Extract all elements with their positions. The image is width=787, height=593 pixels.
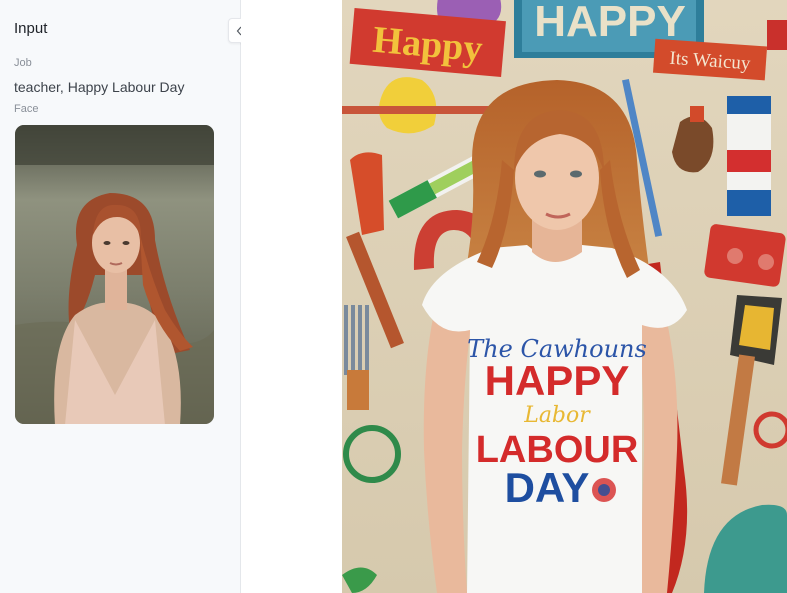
svg-text:HAPPY: HAPPY: [534, 0, 686, 46]
can: [727, 96, 771, 216]
spacer: [241, 0, 342, 593]
svg-text:HAPPY: HAPPY: [485, 357, 630, 404]
svg-text:DAY: DAY: [505, 464, 590, 511]
face-image[interactable]: [15, 125, 214, 424]
input-panel: Input Job teacher, Happy Labour Day Face: [0, 0, 253, 593]
job-label: Job: [14, 57, 32, 69]
job-value: teacher, Happy Labour Day: [14, 79, 185, 95]
svg-text:Labor: Labor: [523, 403, 591, 428]
result-image[interactable]: HAPPY Happy Its Waicuy The Cawhouns HAPP…: [342, 0, 787, 593]
face-label: Face: [14, 103, 39, 115]
panel-title: Input: [14, 20, 48, 37]
